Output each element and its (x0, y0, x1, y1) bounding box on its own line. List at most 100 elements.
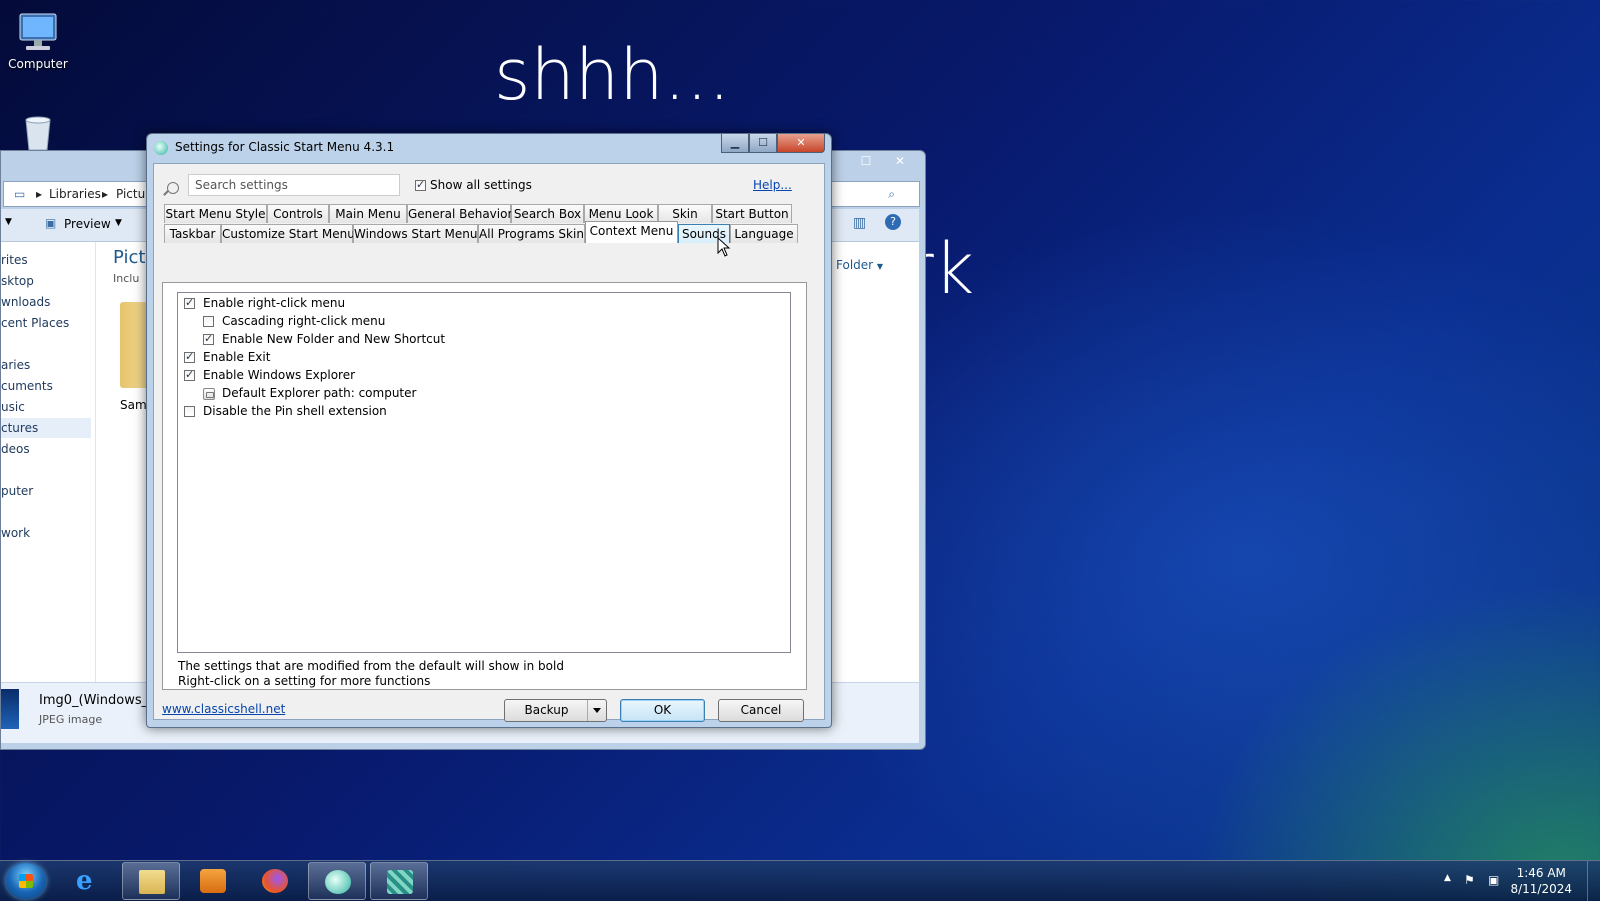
maximize-icon[interactable]: ☐ (849, 152, 883, 170)
setting-checkbox[interactable] (203, 316, 214, 327)
search-input[interactable] (188, 174, 400, 196)
dialog-title: Settings for Classic Start Menu 4.3.1 (175, 140, 395, 154)
setting-checkbox[interactable] (184, 296, 195, 309)
caption-buttons: ▁ ☐ ✕ (721, 134, 825, 153)
library-subheading: Inclu (113, 272, 140, 285)
tab-language[interactable]: Language (730, 224, 798, 243)
nav-item[interactable]: puter (1, 484, 33, 498)
search-icon[interactable]: ⌕ (888, 182, 895, 206)
mouse-cursor-icon (717, 237, 731, 257)
setting-label[interactable]: Enable New Folder and New Shortcut (222, 332, 445, 346)
system-clock[interactable]: 1:46 AM 8/11/2024 (1510, 865, 1572, 897)
cancel-button[interactable]: Cancel (718, 699, 804, 722)
nav-item[interactable]: aries (1, 358, 30, 372)
preview-button[interactable]: Preview (64, 217, 111, 231)
setting-label[interactable]: Enable right-click menu (203, 296, 345, 310)
tab-start-menu-style[interactable]: Start Menu Style (164, 204, 267, 223)
taskbar-item-internet-explorer[interactable]: e (60, 862, 118, 900)
tab-general-behavior[interactable]: General Behavior (407, 204, 512, 223)
library-heading: Pict (113, 247, 146, 268)
setting-checkbox[interactable] (184, 406, 195, 417)
nav-item[interactable]: sktop (1, 274, 34, 288)
settings-dialog: Settings for Classic Start Menu 4.3.1 ▁ … (146, 133, 832, 728)
tab-controls[interactable]: Controls (267, 204, 329, 223)
computer-icon (19, 13, 57, 50)
file-name: Img0_(Windows_8 (39, 693, 157, 708)
close-icon[interactable]: ✕ (883, 152, 917, 170)
tab-panel: Enable right-click menu Cascading right-… (162, 282, 807, 690)
ok-button[interactable]: OK (620, 699, 705, 722)
info-text-bold-hint: The settings that are modified from the … (178, 659, 564, 673)
nav-item[interactable]: cent Places (1, 316, 69, 330)
tab-context-menu[interactable]: Context Menu (585, 221, 678, 243)
action-center-flag-icon[interactable]: ⚑ (1464, 873, 1475, 887)
start-button[interactable] (6, 863, 46, 899)
close-button[interactable]: ✕ (777, 134, 825, 153)
taskbar-item-media-player[interactable] (184, 862, 242, 900)
website-link[interactable]: www.classicshell.net (162, 702, 285, 716)
arrange-by-button[interactable]: Folder ▼ (836, 258, 883, 272)
nav-item[interactable]: wnloads (1, 295, 50, 309)
tab-start-button[interactable]: Start Button (712, 204, 792, 223)
nav-item[interactable]: usic (1, 400, 25, 414)
tab-search-box[interactable]: Search Box (511, 204, 584, 223)
settings-app-icon (387, 870, 413, 894)
explorer-caption-buttons: ☐ ✕ (849, 152, 917, 170)
network-icon[interactable]: ▣ (1488, 873, 1499, 887)
chevron-down-icon[interactable]: ▼ (115, 218, 122, 228)
tab-main-menu[interactable]: Main Menu (329, 204, 407, 223)
setting-label[interactable]: Enable Exit (203, 350, 270, 364)
file-thumbnail (1, 689, 19, 729)
breadcrumb-libraries[interactable]: Libraries (49, 182, 101, 206)
backup-label: Backup (524, 703, 569, 717)
taskbar-item-settings-app[interactable] (370, 862, 428, 900)
setting-checkbox[interactable] (184, 368, 195, 381)
navigation-pane: rites sktop wnloads cent Places aries cu… (1, 242, 96, 682)
show-all-settings-checkbox[interactable] (415, 178, 426, 191)
desktop-icon-recycle-bin[interactable] (0, 112, 76, 155)
tab-windows-start-menu[interactable]: Windows Start Menu (353, 224, 478, 243)
minimize-button[interactable]: ▁ (721, 134, 749, 153)
setting-label[interactable]: Enable Windows Explorer (203, 368, 355, 382)
clock-time: 1:46 AM (1516, 866, 1566, 880)
breadcrumb-separator-icon: ▸ (36, 187, 43, 201)
setting-label[interactable]: Disable the Pin shell extension (203, 404, 387, 418)
breadcrumb-separator-icon: ▸ (102, 187, 109, 201)
desktop-icon-computer[interactable]: Computer (0, 10, 76, 71)
folder-icon: ▭ (14, 187, 26, 201)
show-all-settings-label[interactable]: Show all settings (430, 178, 532, 192)
help-link[interactable]: Help... (753, 178, 792, 192)
nav-item[interactable]: rites (1, 253, 28, 267)
tab-customize-start-menu[interactable]: Customize Start Menu (221, 224, 355, 243)
arrange-by-label: Folder (836, 258, 874, 272)
taskbar-item-explorer[interactable] (122, 862, 180, 900)
info-text-right-click-hint: Right-click on a setting for more functi… (178, 674, 431, 688)
chevron-down-icon[interactable] (587, 700, 606, 721)
classic-shell-icon (325, 870, 351, 894)
show-desktop-button[interactable] (1587, 861, 1600, 901)
taskbar: e ▲ ⚑ ▣ 1:46 AM 8/11/2024 (0, 860, 1600, 901)
chevron-down-icon: ▼ (876, 262, 884, 271)
nav-item-selected[interactable]: ctures (1, 418, 91, 438)
desktop-icon-label: Computer (8, 57, 68, 71)
nav-item[interactable]: work (1, 526, 30, 540)
backup-button[interactable]: Backup (504, 699, 607, 722)
preview-icon: ▣ (45, 216, 57, 230)
chevron-down-icon[interactable]: ▼ (5, 217, 12, 227)
nav-item[interactable]: deos (1, 442, 30, 456)
tab-taskbar[interactable]: Taskbar (164, 224, 221, 243)
setting-checkbox[interactable] (203, 332, 214, 345)
preview-pane-icon[interactable]: ▥ (853, 215, 866, 231)
setting-label[interactable]: Cascading right-click menu (222, 314, 385, 328)
maximize-button[interactable]: ☐ (749, 134, 777, 153)
explorer-icon (139, 870, 165, 894)
nav-item[interactable]: cuments (1, 379, 53, 393)
tab-all-programs-skin[interactable]: All Programs Skin (478, 224, 585, 243)
setting-label[interactable]: Default Explorer path: computer (222, 386, 416, 400)
taskbar-item-firefox[interactable] (246, 862, 304, 900)
help-icon[interactable]: ? (885, 214, 901, 230)
taskbar-item-classic-shell[interactable] (308, 862, 366, 900)
setting-checkbox[interactable] (184, 350, 195, 363)
show-hidden-icons-icon[interactable]: ▲ (1444, 873, 1451, 883)
internet-explorer-icon: e (76, 866, 93, 896)
